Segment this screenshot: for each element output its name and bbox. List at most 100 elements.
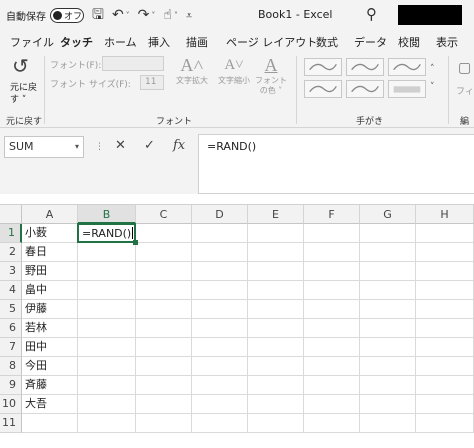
chevron-down-icon[interactable]: ▾ (75, 137, 79, 157)
cell-empty[interactable] (248, 262, 304, 281)
autosave-toggle[interactable]: オフ (50, 7, 84, 23)
cell-empty[interactable] (304, 300, 360, 319)
cell-empty[interactable] (304, 224, 360, 243)
column-header-a[interactable]: A (22, 205, 78, 224)
cell-empty[interactable] (360, 281, 416, 300)
cell-empty[interactable] (248, 319, 304, 338)
cell-empty[interactable] (136, 395, 192, 414)
increase-font-button[interactable]: A˄ 文字拡大 (172, 54, 212, 86)
customize-toolbar-icon[interactable]: ⩡ (186, 10, 192, 21)
redo-dropdown-icon[interactable]: ˅ (151, 11, 155, 20)
row-header[interactable]: 5 (0, 300, 22, 319)
cell-empty[interactable] (136, 300, 192, 319)
filter-icon[interactable]: ▢ (458, 60, 471, 76)
decrease-font-button[interactable]: A˅ 文字縮小 (214, 54, 254, 86)
column-header-g[interactable]: G (360, 205, 416, 224)
cell-a[interactable]: 今田 (22, 357, 78, 376)
cell-empty[interactable] (416, 376, 474, 395)
undo-icon[interactable]: ↶ (112, 8, 124, 22)
row-header[interactable]: 1 (0, 224, 22, 243)
cell-empty[interactable] (360, 395, 416, 414)
row-header[interactable]: 3 (0, 262, 22, 281)
cell-empty[interactable] (304, 357, 360, 376)
cell-empty[interactable] (416, 319, 474, 338)
pen-style-2[interactable] (346, 58, 384, 76)
cell-empty[interactable] (136, 262, 192, 281)
cell-a[interactable]: 畠中 (22, 281, 78, 300)
cell-empty[interactable] (192, 338, 248, 357)
cell-a[interactable]: 大吾 (22, 395, 78, 414)
cell-empty[interactable] (304, 319, 360, 338)
cell-empty[interactable] (416, 262, 474, 281)
cell-empty[interactable] (416, 414, 474, 433)
cell-empty[interactable] (136, 243, 192, 262)
pen-style-4[interactable] (304, 80, 342, 98)
cell-empty[interactable] (248, 338, 304, 357)
edge-button-label[interactable]: フィ (456, 84, 474, 97)
cell-a[interactable]: 田中 (22, 338, 78, 357)
cell-empty[interactable] (416, 395, 474, 414)
cell-a[interactable]: 野田 (22, 262, 78, 281)
cell-empty[interactable] (192, 262, 248, 281)
row-header[interactable]: 8 (0, 357, 22, 376)
cell-empty[interactable] (416, 281, 474, 300)
cell-empty[interactable] (248, 224, 304, 243)
cell-empty[interactable] (192, 281, 248, 300)
pen-style-5[interactable] (346, 80, 384, 98)
row-header[interactable]: 9 (0, 376, 22, 395)
cell-a[interactable]: 伊藤 (22, 300, 78, 319)
pen-style-1[interactable] (304, 58, 342, 76)
cell-empty[interactable] (304, 262, 360, 281)
cell-empty[interactable] (360, 300, 416, 319)
cell-b[interactable] (78, 395, 136, 414)
cell-empty[interactable] (416, 224, 474, 243)
row-header[interactable]: 2 (0, 243, 22, 262)
enter-icon[interactable]: ✓ (144, 138, 155, 153)
cell-empty[interactable] (360, 243, 416, 262)
cell-empty[interactable] (192, 357, 248, 376)
row-header[interactable]: 4 (0, 281, 22, 300)
gallery-scroll-up-icon[interactable]: ˄ (430, 64, 435, 74)
cell-b[interactable] (78, 338, 136, 357)
select-all-button[interactable] (0, 205, 22, 224)
search-icon[interactable]: ⚲ (366, 5, 377, 23)
cell-empty[interactable] (416, 357, 474, 376)
cell-empty[interactable] (360, 262, 416, 281)
cell-empty[interactable] (416, 338, 474, 357)
cell-empty[interactable] (136, 224, 192, 243)
column-header-c[interactable]: C (136, 205, 192, 224)
tab-touch[interactable]: タッチ (60, 34, 93, 54)
cell-empty[interactable] (136, 319, 192, 338)
highlighter-style[interactable] (388, 80, 426, 98)
cell-empty[interactable] (304, 376, 360, 395)
cell-empty[interactable] (248, 281, 304, 300)
touch-mode-icon[interactable]: ☝ (163, 8, 172, 22)
cell-a[interactable]: 春日 (22, 243, 78, 262)
cell-empty[interactable] (416, 243, 474, 262)
cell-empty[interactable] (248, 376, 304, 395)
tab-view[interactable]: 表示 (436, 34, 458, 50)
formula-input[interactable]: =RAND() (198, 134, 474, 194)
fill-handle[interactable] (133, 240, 138, 245)
undo-button[interactable]: 元に戻 す ˅ (10, 82, 37, 106)
cell-empty[interactable] (248, 357, 304, 376)
cell-empty[interactable] (304, 414, 360, 433)
font-size-field[interactable]: 11 (140, 75, 164, 90)
column-header-h[interactable]: H (416, 205, 474, 224)
cell-empty[interactable] (136, 376, 192, 395)
cell-empty[interactable] (416, 300, 474, 319)
row-header[interactable]: 7 (0, 338, 22, 357)
tab-insert[interactable]: 挿入 (148, 34, 170, 50)
more-icon[interactable]: ⋮ (95, 142, 104, 152)
row-header[interactable]: 11 (0, 414, 22, 433)
column-header-e[interactable]: E (248, 205, 304, 224)
insert-function-icon[interactable]: fx (173, 138, 185, 153)
cell-empty[interactable] (192, 395, 248, 414)
tab-page-layout[interactable]: ページ レイアウト (226, 34, 317, 50)
undo-dropdown-icon[interactable]: ˅ (126, 11, 130, 20)
font-color-button[interactable]: A フォント の色 ˅ (254, 54, 288, 96)
cell-empty[interactable] (136, 281, 192, 300)
cell-b[interactable] (78, 300, 136, 319)
cell-empty[interactable] (360, 376, 416, 395)
cell-empty[interactable] (304, 243, 360, 262)
